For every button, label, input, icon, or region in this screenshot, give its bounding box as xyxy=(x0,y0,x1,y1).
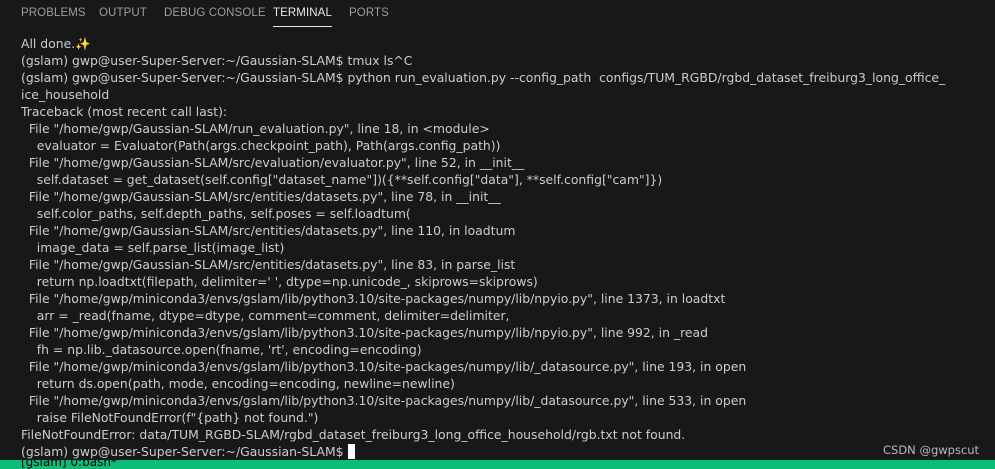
terminal-line: self.dataset = get_dataset(self.config["… xyxy=(21,172,663,187)
terminal-line: raise FileNotFoundError(f"{path} not fou… xyxy=(21,410,319,425)
sparkles-icon: ✨ xyxy=(75,36,91,51)
terminal-line: self.color_paths, self.depth_paths, self… xyxy=(21,206,411,221)
terminal-line: File "/home/gwp/miniconda3/envs/gslam/li… xyxy=(21,291,726,306)
tab-ports-label: PORTS xyxy=(349,7,389,19)
terminal-line: All done.✨ xyxy=(21,35,91,52)
tab-debug-console[interactable]: DEBUG CONSOLE xyxy=(164,0,266,28)
terminal-line: File "/home/gwp/miniconda3/envs/gslam/li… xyxy=(21,393,747,408)
terminal-line: File "/home/gwp/Gaussian-SLAM/src/entiti… xyxy=(21,189,501,204)
terminal-prompt-text: (gslam) gwp@user-Super-Server:~/Gaussian… xyxy=(21,444,348,459)
terminal-line: File "/home/gwp/miniconda3/envs/gslam/li… xyxy=(21,325,708,340)
tab-problems[interactable]: PROBLEMS xyxy=(21,0,86,28)
tab-problems-label: PROBLEMS xyxy=(21,7,86,19)
tab-active-indicator xyxy=(273,26,332,27)
terminal-line: fh = np.lib._datasource.open(fname, 'rt'… xyxy=(21,342,422,357)
terminal-line-text: All done. xyxy=(21,36,76,51)
terminal-line: image_data = self.parse_list(image_list) xyxy=(21,240,285,255)
terminal-line: File "/home/gwp/Gaussian-SLAM/src/evalua… xyxy=(21,155,525,170)
terminal-line: File "/home/gwp/Gaussian-SLAM/src/entiti… xyxy=(21,223,516,238)
tab-output[interactable]: OUTPUT xyxy=(99,0,147,28)
tmux-status-bar: [gslam] 0:bash* xyxy=(0,460,995,469)
tab-debug-console-label: DEBUG CONSOLE xyxy=(164,7,266,19)
text-cursor xyxy=(348,444,356,459)
terminal-prompt-line[interactable]: (gslam) gwp@user-Super-Server:~/Gaussian… xyxy=(21,443,356,460)
terminal-line: arr = _read(fname, dtype=dtype, comment=… xyxy=(21,308,510,323)
terminal-line: (gslam) gwp@user-Super-Server:~/Gaussian… xyxy=(21,53,413,68)
terminal-line: File "/home/gwp/miniconda3/envs/gslam/li… xyxy=(21,359,747,374)
tab-terminal-label: TERMINAL xyxy=(273,7,332,19)
tab-terminal[interactable]: TERMINAL xyxy=(273,0,332,28)
panel-tab-bar: PROBLEMS OUTPUT DEBUG CONSOLE TERMINAL P… xyxy=(0,0,995,28)
terminal-line: return np.loadtxt(filepath, delimiter=' … xyxy=(21,274,538,289)
terminal-line: FileNotFoundError: data/TUM_RGBD-SLAM/rg… xyxy=(21,427,686,442)
terminal-line: File "/home/gwp/Gaussian-SLAM/run_evalua… xyxy=(21,121,490,136)
terminal-line: (gslam) gwp@user-Super-Server:~/Gaussian… xyxy=(21,70,946,85)
watermark: CSDN @gwpscut xyxy=(883,443,980,457)
terminal-line: Traceback (most recent call last): xyxy=(21,104,228,119)
tab-output-label: OUTPUT xyxy=(99,7,147,19)
terminal-output[interactable]: All done.✨ (gslam) gwp@user-Super-Server… xyxy=(21,35,995,460)
vscode-terminal-panel: PROBLEMS OUTPUT DEBUG CONSOLE TERMINAL P… xyxy=(0,0,995,469)
terminal-line: ice_household xyxy=(21,87,110,102)
terminal-line: return ds.open(path, mode, encoding=enco… xyxy=(21,376,455,391)
tmux-status-text: [gslam] 0:bash* xyxy=(21,460,117,469)
terminal-line: File "/home/gwp/Gaussian-SLAM/src/entiti… xyxy=(21,257,516,272)
tab-ports[interactable]: PORTS xyxy=(349,0,389,28)
terminal-line: evaluator = Evaluator(Path(args.checkpoi… xyxy=(21,138,501,153)
